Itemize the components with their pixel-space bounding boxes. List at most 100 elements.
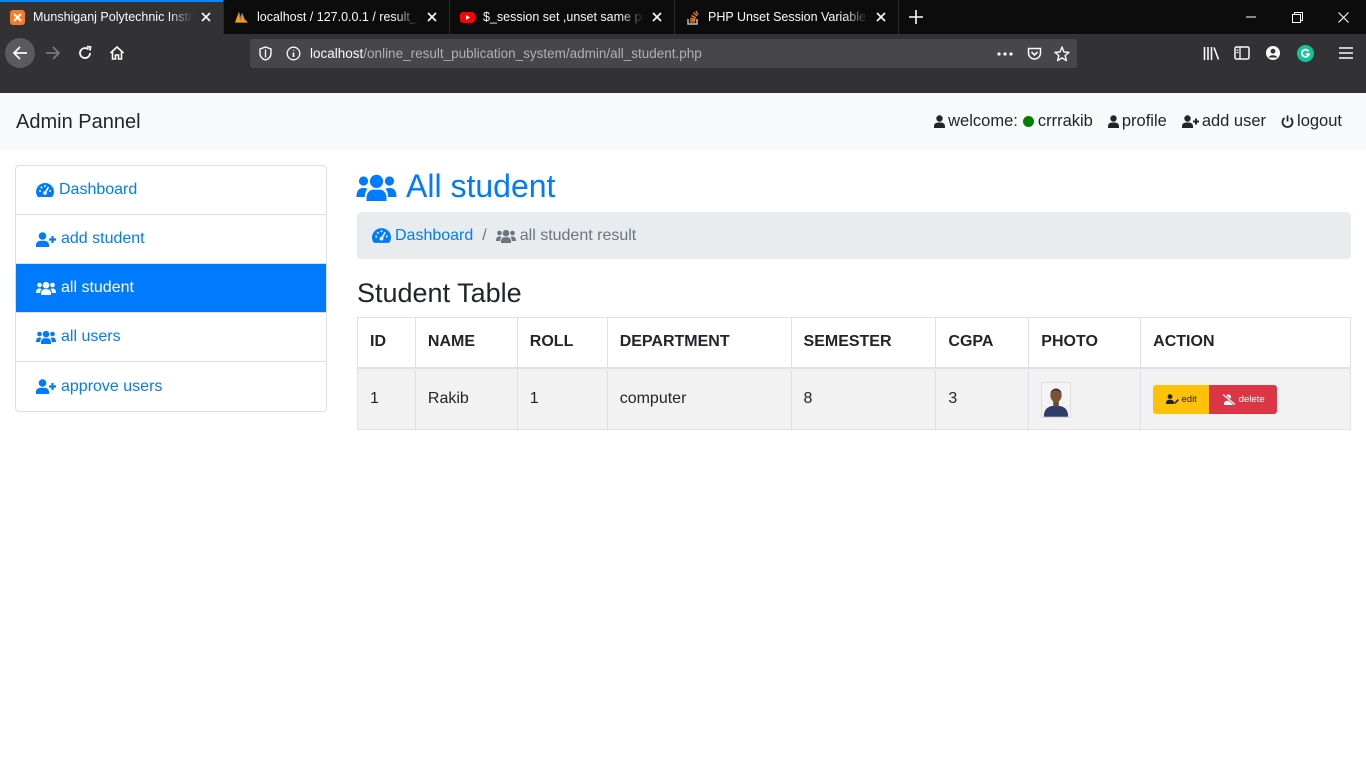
page-title-text: All student — [406, 168, 556, 204]
browser-tab-2[interactable]: localhost / 127.0.0.1 / result_db — [224, 0, 450, 34]
add-user-link[interactable]: add user — [1181, 112, 1267, 131]
minimize-icon — [1246, 16, 1256, 18]
star-icon[interactable] — [1053, 45, 1070, 62]
student-photo[interactable] — [1041, 382, 1072, 419]
home-button[interactable] — [102, 38, 132, 68]
edit-label: edit — [1181, 393, 1197, 405]
sidebar-item-label: approve users — [61, 377, 163, 395]
cell-department: computer — [606, 367, 792, 430]
library-button[interactable] — [1196, 38, 1226, 68]
hamburger-icon — [1339, 47, 1353, 59]
close-tab-icon[interactable] — [199, 10, 213, 24]
close-tab-icon[interactable] — [874, 10, 888, 24]
breadcrumb-separator: / — [482, 226, 487, 244]
cell-photo — [1028, 367, 1142, 430]
user-icon — [1107, 115, 1119, 128]
sidebar-item-dashboard[interactable]: Dashboard — [16, 166, 326, 215]
users-icon — [36, 281, 56, 295]
info-icon[interactable] — [285, 45, 302, 62]
phpmyadmin-icon — [234, 10, 249, 25]
browser-tab-bar: Munshiganj Polytechnic Institute localho… — [0, 0, 1366, 34]
account-icon — [1266, 46, 1280, 60]
delete-label: delete — [1238, 393, 1265, 405]
cell-action: edit delete — [1140, 367, 1351, 430]
logout-link[interactable]: logout — [1281, 112, 1342, 131]
browser-tab-4[interactable]: PHP Unset Session Variable - Stack Overf… — [675, 0, 899, 34]
cell-semester: 8 — [790, 367, 937, 430]
close-tab-icon[interactable] — [425, 10, 439, 24]
sidebar-item-label: all users — [61, 328, 121, 345]
table-header-row: ID NAME ROLL DEPARTMENT SEMESTER CGPA PH… — [357, 317, 1351, 369]
action-button-group: edit delete — [1153, 384, 1338, 414]
reload-button[interactable] — [70, 38, 100, 68]
account-button[interactable] — [1258, 38, 1288, 68]
sidebar-icon — [1234, 46, 1250, 60]
dashboard-icon — [372, 228, 391, 243]
reload-icon — [79, 45, 92, 59]
app-menu-button[interactable] — [1331, 38, 1361, 68]
column-header-id: ID — [357, 317, 416, 369]
close-icon — [1337, 11, 1349, 23]
sidebar-item-all-student[interactable]: all student — [16, 264, 326, 313]
sidebar-item-label: Dashboard — [59, 181, 138, 198]
welcome-label: welcome: crrrakib — [934, 112, 1093, 131]
restore-window-button[interactable] — [1274, 0, 1320, 34]
minimize-window-button[interactable] — [1228, 0, 1274, 34]
browser-tab-3[interactable]: $_session set ,unset same page — [450, 0, 675, 34]
user-icon — [934, 115, 946, 128]
sidebar-item-all-users[interactable]: all users — [16, 313, 326, 362]
user-edit-icon — [1165, 394, 1179, 405]
delete-button[interactable]: delete — [1209, 384, 1278, 414]
forward-button[interactable] — [38, 38, 68, 68]
back-button[interactable] — [5, 38, 35, 68]
profile-label: profile — [1121, 112, 1167, 130]
users-icon — [356, 174, 397, 201]
tab-title: Munshiganj Polytechnic Institute — [33, 10, 193, 24]
column-header-name: NAME — [414, 317, 518, 369]
edit-button[interactable]: edit — [1153, 384, 1210, 414]
browser-tab-1[interactable]: Munshiganj Polytechnic Institute — [0, 0, 224, 34]
navbar-brand[interactable]: Admin Pannel — [16, 111, 141, 134]
column-header-action: ACTION — [1140, 317, 1351, 369]
close-tab-icon[interactable] — [650, 10, 664, 24]
user-plus-icon — [1181, 115, 1199, 128]
dashboard-icon — [36, 183, 54, 197]
shield-icon[interactable] — [257, 45, 274, 62]
sidebar-item-add-student[interactable]: add student — [16, 215, 326, 264]
browser-toolbar: localhost/online_result_publication_syst… — [0, 34, 1366, 72]
sidebar-item-approve-users[interactable]: approve users — [16, 362, 326, 411]
new-tab-button[interactable] — [899, 0, 933, 34]
stackoverflow-icon — [685, 10, 700, 25]
sidebar-toggle-button[interactable] — [1227, 38, 1257, 68]
column-header-semester: SEMESTER — [790, 317, 937, 369]
breadcrumb-dashboard-link[interactable]: Dashboard — [372, 227, 473, 245]
more-actions-icon[interactable] — [996, 45, 1013, 62]
cell-id: 1 — [357, 367, 416, 430]
youtube-icon — [460, 10, 475, 25]
username: crrrakib — [1037, 112, 1093, 130]
add-user-label: add user — [1201, 112, 1267, 130]
logout-label: logout — [1297, 112, 1342, 130]
breadcrumb-current-label: all student result — [519, 226, 637, 244]
column-header-cgpa: CGPA — [935, 317, 1030, 369]
user-slash-icon — [1221, 393, 1236, 405]
admin-navbar: Admin Pannel welcome: crrrakib profile a… — [0, 93, 1366, 150]
arrow-left-icon — [12, 46, 27, 60]
restore-icon — [1291, 11, 1303, 23]
close-window-button[interactable] — [1320, 0, 1366, 34]
pocket-icon[interactable] — [1026, 45, 1043, 62]
profile-link[interactable]: profile — [1107, 112, 1167, 131]
user-plus-icon — [36, 231, 56, 247]
url-path: /online_result_publication_system/admin/… — [363, 46, 702, 61]
url-text[interactable]: localhost/online_result_publication_syst… — [310, 46, 702, 61]
library-icon — [1203, 46, 1219, 60]
xampp-icon — [10, 9, 25, 25]
grammarly-button[interactable] — [1290, 38, 1320, 68]
cell-cgpa: 3 — [935, 367, 1030, 430]
breadcrumb-home-label: Dashboard — [395, 226, 474, 244]
address-bar[interactable]: localhost/online_result_publication_syst… — [250, 39, 1077, 68]
welcome-text: welcome: — [948, 112, 1018, 130]
sidebar-item-label: add student — [61, 230, 145, 247]
breadcrumb: Dashboard / all student result — [357, 212, 1351, 259]
tab-title: $_session set ,unset same page — [483, 10, 644, 24]
